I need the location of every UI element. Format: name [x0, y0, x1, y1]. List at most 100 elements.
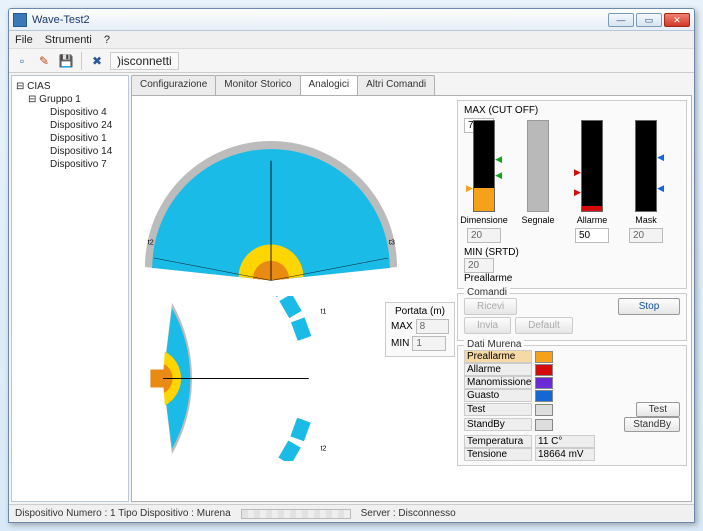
new-icon[interactable]: ▫: [13, 52, 31, 70]
tab-configurazione[interactable]: Configurazione: [131, 75, 216, 95]
portata-max-label: MAX: [391, 321, 413, 332]
bar-dimensione: ◀ ◀ ▶ Dimensione 20: [464, 120, 504, 243]
window-buttons: — ▭ ✕: [608, 13, 690, 27]
titlebar: Wave-Test2 — ▭ ✕: [9, 9, 694, 31]
min-srtd-title: MIN (SRTD): [464, 247, 680, 258]
test-button[interactable]: Test: [636, 402, 680, 417]
tree-device[interactable]: Dispositivo 4: [14, 106, 126, 119]
toolbar-separator: [81, 52, 82, 70]
leg-manomissione: Manomissione: [464, 376, 532, 389]
menu-file[interactable]: File: [15, 34, 33, 46]
standby-button[interactable]: StandBy: [624, 417, 680, 432]
ricevi-button[interactable]: Ricevi: [464, 298, 517, 315]
bar-segnale-bar: [527, 120, 549, 212]
portata-min-input[interactable]: 1: [412, 336, 446, 351]
tab-monitor-storico[interactable]: Monitor Storico: [215, 75, 300, 95]
bar-segnale-label: Segnale: [521, 215, 554, 225]
menu-help[interactable]: ?: [104, 34, 110, 46]
tensione-label: Tensione: [464, 448, 532, 461]
tree-root[interactable]: ⊟ CIAS: [14, 80, 126, 93]
cutoff-group: MAX (CUT OFF) 70 ◀ ◀ ▶ Dimensione: [457, 100, 687, 289]
svg-text:t2: t2: [148, 238, 154, 247]
sw-preallarme: [535, 351, 553, 363]
svg-text:t2: t2: [321, 444, 327, 453]
bar-mask-label: Mask: [635, 215, 657, 225]
bar-allarme-bar: ▶ ▶: [581, 120, 603, 212]
tool-icon[interactable]: ✎: [35, 52, 53, 70]
tree-device[interactable]: Dispositivo 7: [14, 158, 126, 171]
bar-mask: ◀ ◀ Mask 20: [626, 120, 666, 243]
sw-standby: [535, 419, 553, 431]
app-window: Wave-Test2 — ▭ ✕ File Strumenti ? ▫ ✎ 💾 …: [8, 8, 695, 523]
minimize-button[interactable]: —: [608, 13, 634, 27]
bar-allarme: ▶ ▶ Allarme 50: [572, 120, 612, 243]
sw-test: [535, 404, 553, 416]
portata-title: Portata (m): [391, 306, 449, 317]
app-icon: [13, 13, 27, 27]
sw-allarme: [535, 364, 553, 376]
tab-altri-comandi[interactable]: Altri Comandi: [357, 75, 435, 95]
delete-icon[interactable]: ✖: [88, 52, 106, 70]
svg-text:t1: t1: [321, 307, 327, 316]
tree-device[interactable]: Dispositivo 14: [14, 145, 126, 158]
leg-guasto: Guasto: [464, 389, 532, 402]
leg-standby: StandBy: [464, 418, 532, 431]
invia-button[interactable]: Invia: [464, 317, 511, 334]
portata-group: Portata (m) MAX 8 MIN 1: [385, 302, 455, 357]
stop-button[interactable]: Stop: [618, 298, 680, 315]
device-tree[interactable]: ⊟ CIAS ⊟ Gruppo 1 Dispositivo 4 Disposit…: [11, 75, 129, 502]
charts-column: t2 t3: [136, 100, 451, 497]
bar-allarme-label: Allarme: [577, 215, 608, 225]
body: ⊟ CIAS ⊟ Gruppo 1 Dispositivo 4 Disposit…: [9, 73, 694, 504]
disconnect-button[interactable]: )isconnetti: [110, 52, 179, 70]
min-srtd-val[interactable]: 20: [464, 258, 494, 273]
tree-device[interactable]: Dispositivo 1: [14, 132, 126, 145]
default-button[interactable]: Default: [515, 317, 573, 334]
status-server: Server : Disconnesso: [361, 508, 456, 519]
bar-mask-val[interactable]: 20: [629, 228, 663, 243]
dati-title: Dati Murena: [464, 339, 524, 350]
status-device: Dispositivo Numero : 1 Tipo Dispositivo …: [15, 508, 231, 519]
save-icon[interactable]: 💾: [57, 52, 75, 70]
polar-fan-side: t1 t2 Portata (m) MAX 8: [136, 296, 451, 461]
tree-device[interactable]: Dispositivo 24: [14, 119, 126, 132]
window-title: Wave-Test2: [32, 14, 603, 26]
tab-strip: Configurazione Monitor Storico Analogici…: [131, 75, 692, 95]
bar-allarme-val[interactable]: 50: [575, 228, 609, 243]
bar-segnale: Segnale: [518, 120, 558, 243]
svg-text:t3: t3: [389, 238, 395, 247]
sw-manomissione: [535, 377, 553, 389]
comandi-group: Comandi Ricevi Stop Invia Default: [457, 293, 687, 341]
bar-dimensione-label: Dimensione: [460, 215, 508, 225]
menubar: File Strumenti ?: [9, 31, 694, 49]
bar-dimensione-val[interactable]: 20: [467, 228, 501, 243]
leg-preallarme: Preallarme: [464, 350, 532, 363]
main-area: Configurazione Monitor Storico Analogici…: [131, 75, 692, 502]
preallarme-label: Preallarme: [464, 273, 680, 284]
maximize-button[interactable]: ▭: [636, 13, 662, 27]
polar-fan-top: t2 t3: [136, 100, 451, 290]
bar-mask-bar: ◀ ◀: [635, 120, 657, 212]
leg-test: Test: [464, 403, 532, 416]
close-button[interactable]: ✕: [664, 13, 690, 27]
tree-root-label: CIAS: [27, 81, 50, 92]
status-bar: Dispositivo Numero : 1 Tipo Dispositivo …: [9, 504, 694, 522]
sw-guasto: [535, 390, 553, 402]
tensione-value: 18664 mV: [535, 448, 595, 461]
menu-strumenti[interactable]: Strumenti: [45, 34, 92, 46]
bar-dimensione-bar: ◀ ◀ ▶: [473, 120, 495, 212]
status-progress: [241, 509, 351, 519]
cutoff-bars: ◀ ◀ ▶ Dimensione 20 Segnale: [464, 133, 680, 243]
tab-body: t2 t3: [131, 95, 692, 502]
temperatura-label: Temperatura: [464, 435, 532, 448]
tree-group[interactable]: ⊟ Gruppo 1: [14, 93, 126, 106]
temperatura-value: 11 C°: [535, 435, 595, 448]
comandi-title: Comandi: [464, 287, 510, 298]
portata-min-label: MIN: [391, 338, 409, 349]
toolbar: ▫ ✎ 💾 ✖ )isconnetti: [9, 49, 694, 73]
cutoff-title: MAX (CUT OFF): [464, 105, 680, 116]
right-panels: MAX (CUT OFF) 70 ◀ ◀ ▶ Dimensione: [457, 100, 687, 497]
tab-analogici[interactable]: Analogici: [300, 75, 359, 95]
portata-max-input[interactable]: 8: [416, 319, 449, 334]
dati-murena-group: Dati Murena Preallarme Allarme Manomissi…: [457, 345, 687, 466]
